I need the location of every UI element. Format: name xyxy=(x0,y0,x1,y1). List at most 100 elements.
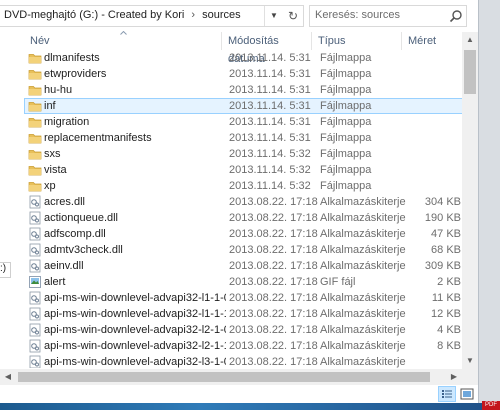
address-row: DVD-meghajtó (G:) - Created by Kori › so… xyxy=(0,0,478,32)
file-type: Alkalmazáskiterjes... xyxy=(320,196,406,208)
file-modified-date: 2013.08.22. 17:18 xyxy=(229,340,318,352)
details-view-icon xyxy=(442,390,452,398)
file-row[interactable]: inf 2013.11.14. 5:31 Fájlmappa xyxy=(24,98,464,114)
dll-icon xyxy=(28,243,42,257)
file-name: acres.dll xyxy=(44,196,85,208)
file-name: alert xyxy=(44,276,66,288)
scroll-up-button[interactable]: ▲ xyxy=(462,32,478,48)
file-modified-date: 2013.08.22. 17:18 xyxy=(229,324,318,336)
vertical-scroll-thumb[interactable] xyxy=(464,50,476,94)
refresh-button[interactable]: ↻ xyxy=(283,6,303,26)
folder-icon xyxy=(28,179,42,193)
file-row[interactable]: api-ms-win-downlevel-advapi32-l2-1-0.dll… xyxy=(24,322,464,338)
details-view-button[interactable] xyxy=(438,386,456,402)
file-type: Alkalmazáskiterjes... xyxy=(320,228,406,240)
file-name: vista xyxy=(44,164,67,176)
file-row[interactable]: hu-hu 2013.11.14. 5:31 Fájlmappa xyxy=(24,82,464,98)
file-modified-date: 2013.08.22. 17:18 xyxy=(229,292,318,304)
large-icons-view-button[interactable] xyxy=(458,386,476,402)
folder-icon xyxy=(28,147,42,161)
folder-icon xyxy=(28,163,42,177)
file-modified-date: 2013.08.22. 17:18 xyxy=(229,212,318,224)
column-size[interactable]: Méret xyxy=(402,32,462,50)
search-input[interactable]: Keresés: sources xyxy=(315,9,400,21)
chevron-down-icon: ▼ xyxy=(466,356,474,365)
file-modified-date: 2013.08.22. 17:18 xyxy=(229,196,318,208)
breadcrumb-item-sources[interactable]: sources xyxy=(202,9,241,21)
file-modified-date: 2013.08.22. 17:18 xyxy=(229,308,318,320)
explorer-window: DVD-meghajtó (G:) - Created by Kori › so… xyxy=(0,0,479,403)
column-type[interactable]: Típus xyxy=(312,32,402,50)
file-size: 4 KB xyxy=(437,324,461,336)
file-type: Alkalmazáskiterjes... xyxy=(320,356,406,368)
dll-icon xyxy=(28,227,42,241)
file-name: api-ms-win-downlevel-advapi32-l2-1-1.dll xyxy=(44,340,226,352)
tray-app-icon[interactable]: PDF xyxy=(482,401,500,410)
file-size: 8 KB xyxy=(437,340,461,352)
dll-icon xyxy=(28,259,42,273)
address-history-dropdown[interactable]: ▼ xyxy=(264,6,283,26)
dll-icon xyxy=(28,339,42,353)
navigation-pane-edge[interactable]: :) xyxy=(0,262,11,278)
status-bar xyxy=(0,385,478,403)
file-name: adfscomp.dll xyxy=(44,228,106,240)
file-list: dlmanifests 2013.11.14. 5:31 Fájlmappa etwp… xyxy=(24,50,464,368)
chevron-left-icon: ◀ xyxy=(4,372,12,381)
file-name: api-ms-win-downlevel-advapi32-l1-1-0.dll xyxy=(44,292,226,304)
file-row[interactable]: dlmanifests 2013.11.14. 5:31 Fájlmappa xyxy=(24,50,464,66)
address-bar[interactable]: DVD-meghajtó (G:) - Created by Kori › so… xyxy=(0,5,304,27)
file-type: Fájlmappa xyxy=(320,164,372,176)
file-name: api-ms-win-downlevel-advapi32-l1-1-1.dll xyxy=(44,308,226,320)
folder-icon xyxy=(28,131,42,145)
folder-icon xyxy=(28,83,42,97)
file-row[interactable]: api-ms-win-downlevel-advapi32-l3-1-0.dll… xyxy=(24,354,464,368)
file-row[interactable]: aeinv.dll 2013.08.22. 17:18 Alkalmazáskite… xyxy=(24,258,464,274)
file-row[interactable]: acres.dll 2013.08.22. 17:18 Alkalmazáskite… xyxy=(24,194,464,210)
breadcrumb: DVD-meghajtó (G:) - Created by Kori › so… xyxy=(4,9,241,21)
scroll-right-button[interactable]: ▶ xyxy=(446,369,462,385)
file-modified-date: 2013.11.14. 5:31 xyxy=(229,100,311,112)
vertical-scrollbar[interactable]: ▲ ▼ xyxy=(462,32,478,369)
file-modified-date: 2013.11.14. 5:31 xyxy=(229,132,311,144)
file-row[interactable]: admtv3check.dll 2013.08.22. 17:18 Alkalmaz… xyxy=(24,242,464,258)
breadcrumb-item-drive[interactable]: DVD-meghajtó (G:) - Created by Kori xyxy=(4,9,184,21)
scroll-down-button[interactable]: ▼ xyxy=(462,353,478,369)
file-modified-date: 2013.11.14. 5:32 xyxy=(229,148,311,160)
file-name: api-ms-win-downlevel-advapi32-l2-1-0.dll xyxy=(44,324,226,336)
file-row[interactable]: adfscomp.dll 2013.08.22. 17:18 Alkalmazásk… xyxy=(24,226,464,242)
file-type: Fájlmappa xyxy=(320,180,372,192)
file-row[interactable]: sxs 2013.11.14. 5:32 Fájlmappa xyxy=(24,146,464,162)
horizontal-scroll-thumb[interactable] xyxy=(18,372,430,382)
file-row[interactable]: actionqueue.dll 2013.08.22. 17:18 Alkalmaz… xyxy=(24,210,464,226)
file-name: migration xyxy=(44,116,90,128)
file-row[interactable]: api-ms-win-downlevel-advapi32-l1-1-0.dll… xyxy=(24,290,464,306)
gif-image-icon xyxy=(28,275,42,289)
file-type: GIF fájl xyxy=(320,276,356,288)
folder-icon xyxy=(28,115,42,129)
file-type: Alkalmazáskiterjes... xyxy=(320,340,406,352)
scrollbar-corner xyxy=(462,369,478,385)
file-modified-date: 2013.11.14. 5:32 xyxy=(229,180,311,192)
file-row[interactable]: xp 2013.11.14. 5:32 Fájlmappa xyxy=(24,178,464,194)
file-row[interactable]: replacementmanifests 2013.11.14. 5:31 Fájl… xyxy=(24,130,464,146)
column-date[interactable]: Módosítás dátuma xyxy=(222,32,312,65)
folder-icon xyxy=(28,67,42,81)
file-name: admtv3check.dll xyxy=(44,244,123,256)
breadcrumb-separator: › xyxy=(191,9,196,21)
file-size: 68 KB xyxy=(431,244,461,256)
file-type: Fájlmappa xyxy=(320,84,372,96)
horizontal-scrollbar[interactable]: ◀ ▶ xyxy=(0,369,462,385)
file-row[interactable]: alert 2013.08.22. 17:18 GIF fájl 2 KB xyxy=(24,274,464,290)
file-row[interactable]: api-ms-win-downlevel-advapi32-l2-1-1.dll… xyxy=(24,338,464,354)
search-box[interactable]: Keresés: sources xyxy=(309,5,467,27)
file-row[interactable]: etwproviders 2013.11.14. 5:31 Fájlmappa xyxy=(24,66,464,82)
file-row[interactable]: vista 2013.11.14. 5:32 Fájlmappa xyxy=(24,162,464,178)
file-size: 190 KB xyxy=(424,212,461,224)
file-name: xp xyxy=(44,180,56,192)
chevron-down-icon: ▼ xyxy=(270,11,278,20)
file-row[interactable]: migration 2013.11.14. 5:31 Fájlmappa xyxy=(24,114,464,130)
chevron-right-icon: ▶ xyxy=(450,372,458,381)
folder-icon xyxy=(28,99,42,113)
file-row[interactable]: api-ms-win-downlevel-advapi32-l1-1-1.dll… xyxy=(24,306,464,322)
scroll-left-button[interactable]: ◀ xyxy=(0,369,16,385)
